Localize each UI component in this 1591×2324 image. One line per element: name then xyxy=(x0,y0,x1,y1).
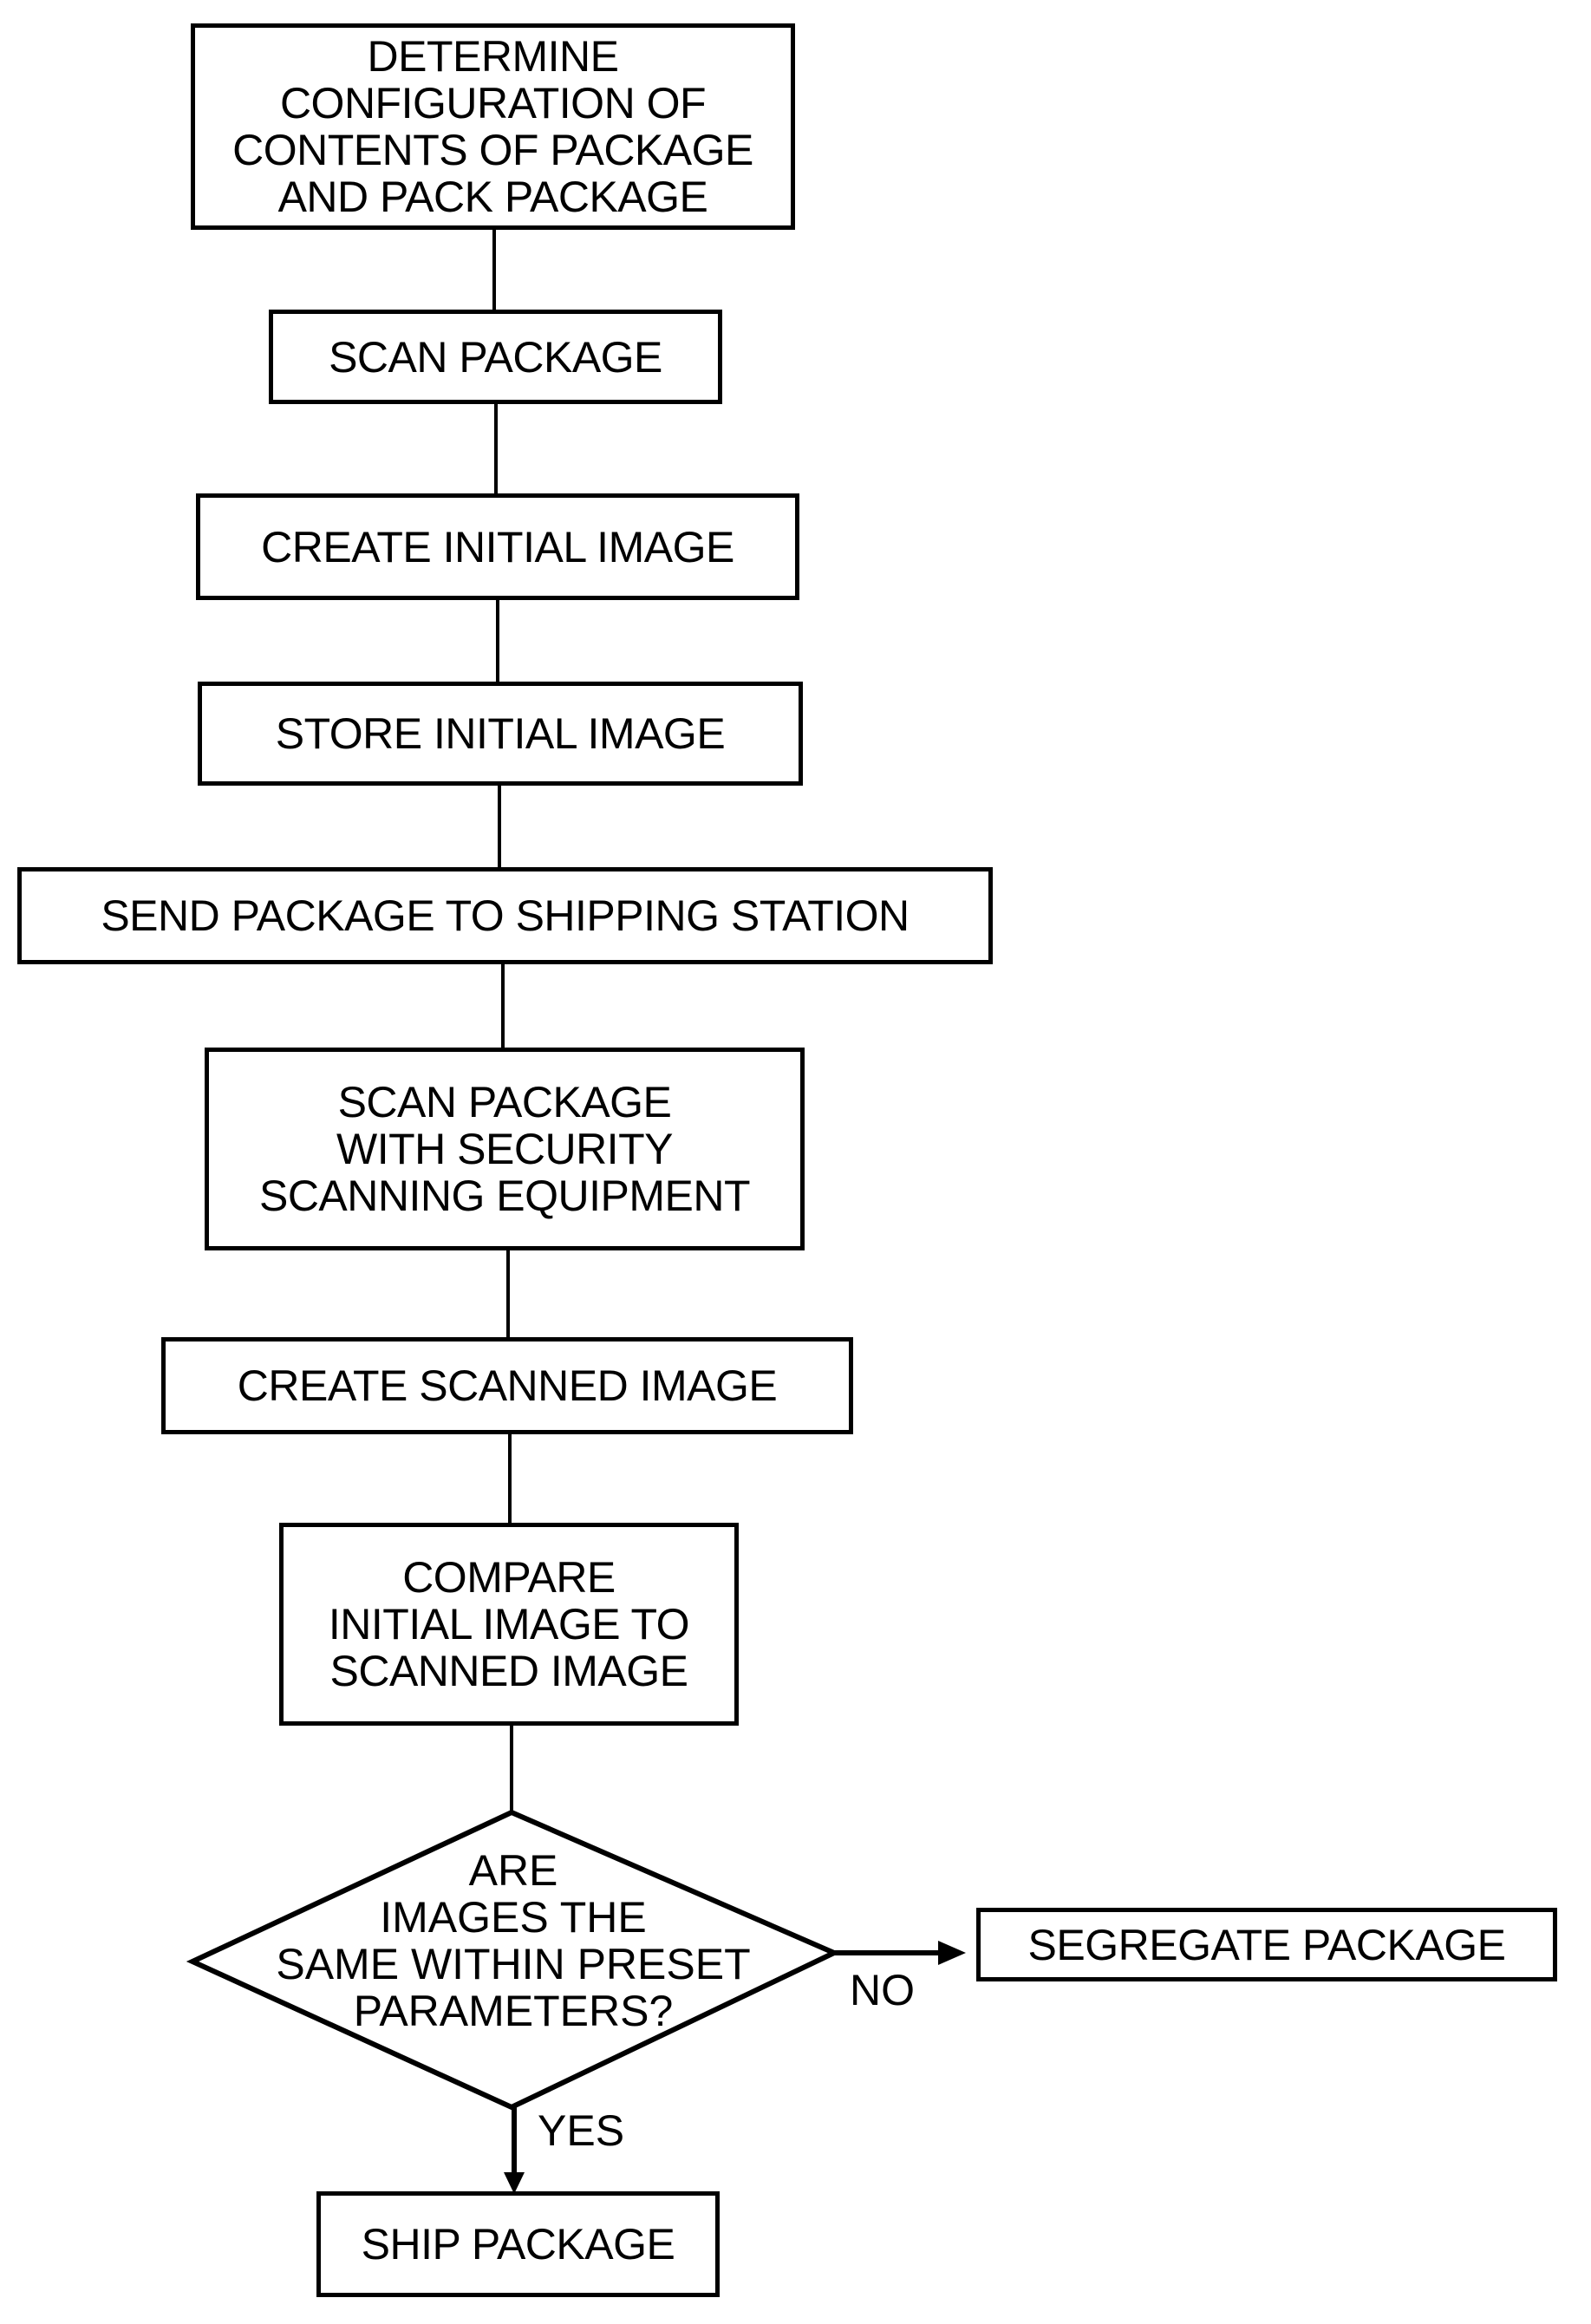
yes-label: YES xyxy=(538,2106,625,2155)
step-text: SHIP PACKAGE xyxy=(361,2220,675,2269)
step-ship-package: SHIP PACKAGE xyxy=(316,2191,720,2297)
no-arrowhead-icon xyxy=(938,1941,966,1965)
no-label: NO xyxy=(850,1966,915,2014)
step-segregate-package: SEGREGATE PACKAGE xyxy=(976,1908,1557,1981)
decision-text: ARE IMAGES THE SAME WITHIN PRESET PARAME… xyxy=(276,1846,751,2035)
step-text: SEGREGATE PACKAGE xyxy=(1027,1920,1506,1969)
